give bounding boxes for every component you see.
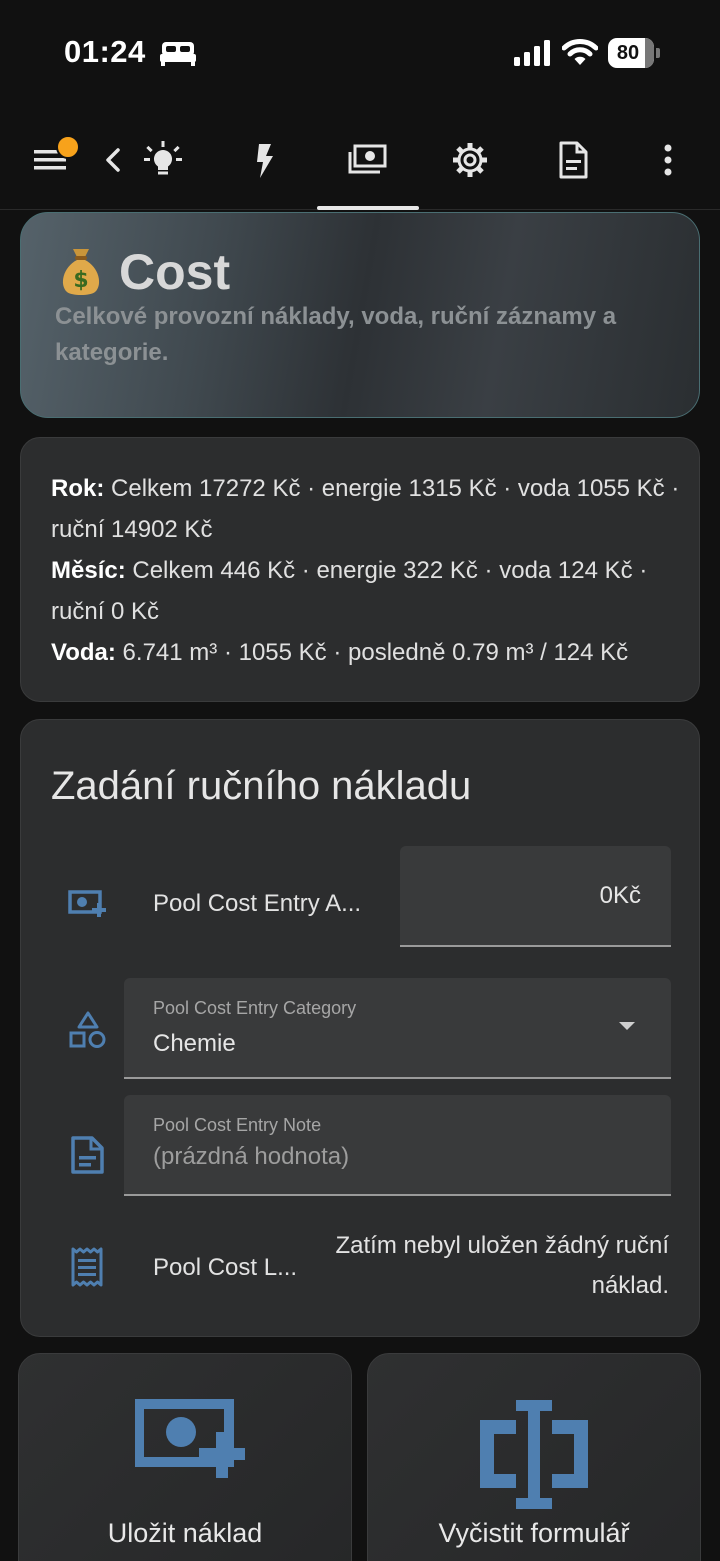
receipt-icon	[71, 1247, 103, 1287]
more-vertical-icon[interactable]	[648, 140, 688, 180]
lightbulb-icon[interactable]	[143, 140, 183, 180]
note-label: Pool Cost Entry Note	[153, 1115, 322, 1135]
cost-summary-card: Rok: Celkem 17272 Kč · energie 1315 Kč ·…	[20, 437, 700, 702]
clear-form-button[interactable]: Vyčistit formulář	[367, 1353, 701, 1561]
svg-text:$: $	[73, 268, 88, 293]
amount-label: Pool Cost Entry A...	[153, 890, 362, 917]
category-value: Chemie	[153, 1030, 236, 1057]
clear-form-label: Vyčistit formulář	[438, 1518, 630, 1548]
notification-badge	[56, 135, 80, 159]
note-placeholder: (prázdná hodnota)	[153, 1143, 350, 1170]
log-label: Pool Cost L...	[153, 1254, 298, 1281]
form-textbox-icon	[480, 1400, 588, 1509]
cash-plus-icon	[68, 890, 106, 917]
amount-value: 0Kč	[599, 882, 641, 909]
top-toolbar	[0, 110, 720, 210]
status-time: 01:24	[64, 34, 146, 69]
flash-icon[interactable]	[245, 140, 285, 180]
bed-icon	[160, 42, 196, 66]
page-title: Cost	[119, 244, 231, 300]
summary-year: Rok: Celkem 17272 Kč · energie 1315 Kč ·…	[51, 475, 680, 543]
category-select[interactable]: Pool Cost Entry Category Chemie	[124, 978, 671, 1079]
log-value: Zatím nebyl uložen žádný ruční náklad.	[335, 1232, 669, 1299]
summary-month: Měsíc: Celkem 446 Kč · energie 322 Kč · …	[51, 557, 648, 625]
active-tab-indicator	[317, 206, 419, 210]
manual-cost-form: Zadání ručního nákladu Pool Cost Entry A…	[20, 719, 700, 1337]
form-title: Zadání ručního nákladu	[51, 764, 472, 808]
shapes-icon	[69, 1011, 106, 1048]
save-cost-button[interactable]: Uložit náklad	[18, 1353, 352, 1561]
battery-indicator: 80	[608, 38, 660, 68]
dropdown-arrow-icon	[619, 1022, 635, 1030]
note-input[interactable]: Pool Cost Entry Note (prázdná hodnota)	[124, 1095, 671, 1196]
gear-icon[interactable]	[450, 140, 490, 180]
cash-icon[interactable]	[347, 140, 387, 180]
cellular-signal-icon	[514, 40, 550, 66]
amount-input[interactable]: 0Kč	[400, 846, 671, 947]
page-subtitle: Celkové provozní náklady, voda, ruční zá…	[55, 303, 617, 366]
status-bar: 01:24 80	[0, 0, 720, 110]
note-document-icon	[71, 1136, 104, 1174]
save-cost-label: Uložit náklad	[107, 1518, 263, 1548]
summary-water: Voda: 6.741 m³ · 1055 Kč · posledně 0.79…	[51, 639, 629, 666]
cost-header-card: $ Cost Celkové provozní náklady, voda, r…	[20, 212, 700, 418]
back-icon[interactable]	[96, 140, 136, 180]
cash-plus-icon	[135, 1399, 245, 1478]
category-label: Pool Cost Entry Category	[153, 998, 357, 1018]
battery-level: 80	[616, 42, 640, 64]
summary-text: Rok: Celkem 17272 Kč · energie 1315 Kč ·…	[51, 468, 681, 673]
document-icon[interactable]	[553, 140, 593, 180]
money-bag-icon: $	[62, 249, 100, 295]
wifi-icon	[562, 39, 598, 65]
